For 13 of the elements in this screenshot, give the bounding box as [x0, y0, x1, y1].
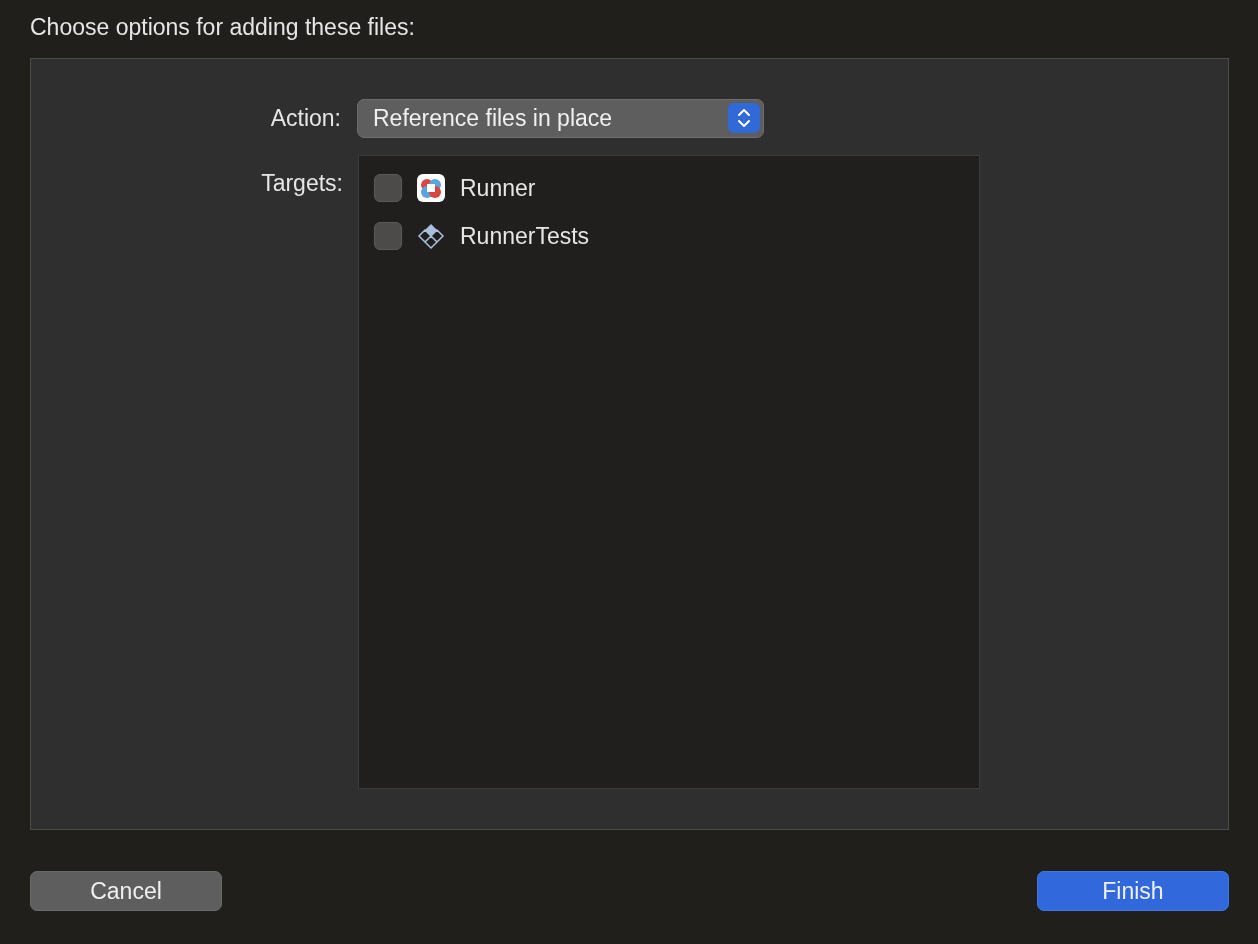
targets-label: Targets:	[261, 169, 343, 198]
diamonds-icon	[417, 222, 445, 250]
target-name: RunnerTests	[460, 221, 590, 251]
checkbox[interactable]	[374, 174, 402, 202]
action-popup[interactable]: Reference files in place	[357, 98, 764, 138]
dialog-heading: Choose options for adding these files:	[30, 13, 416, 42]
action-label: Action:	[270, 103, 341, 133]
target-name: Runner	[460, 173, 536, 203]
stepper-chevrons-icon	[728, 103, 760, 133]
checkbox[interactable]	[374, 222, 402, 250]
app-icon	[417, 174, 445, 202]
finish-button[interactable]: Finish	[1037, 871, 1229, 911]
cancel-button[interactable]: Cancel	[30, 871, 222, 911]
